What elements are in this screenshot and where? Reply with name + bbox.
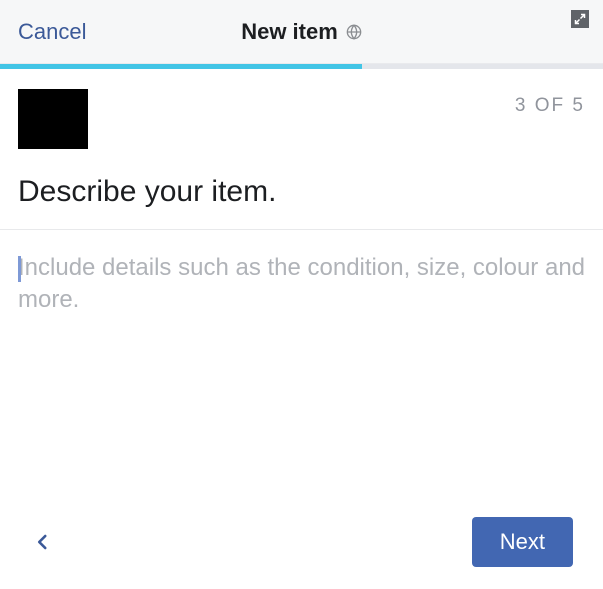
header: Cancel New item [0, 0, 603, 64]
prompt-heading: Describe your item. [18, 175, 585, 209]
globe-icon[interactable] [346, 24, 362, 40]
top-row: 3 OF 5 [18, 89, 585, 149]
page-title: New item [241, 19, 338, 45]
item-thumbnail[interactable] [18, 89, 88, 149]
chevron-left-icon [34, 528, 52, 556]
content: 3 OF 5 Describe your item. [0, 69, 603, 209]
step-counter: 3 OF 5 [515, 95, 585, 117]
text-cursor [18, 256, 21, 282]
header-title-wrap: New item [0, 19, 603, 45]
cancel-button[interactable]: Cancel [18, 19, 86, 45]
description-input[interactable] [18, 252, 585, 402]
next-button[interactable]: Next [472, 517, 573, 567]
footer: Next [0, 517, 603, 567]
back-button[interactable] [30, 522, 56, 562]
description-field-wrap [18, 230, 585, 407]
expand-icon[interactable] [571, 10, 589, 28]
